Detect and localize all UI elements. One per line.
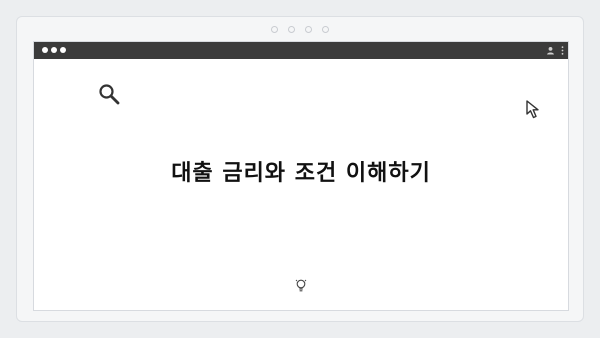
browser-window: 대출 금리와 조건 이해하기 <box>33 41 569 311</box>
browser-titlebar <box>34 42 568 59</box>
camera-dot <box>288 26 295 33</box>
lightbulb-icon <box>295 279 307 292</box>
page-viewport: 대출 금리와 조건 이해하기 <box>34 59 568 310</box>
page-heading: 대출 금리와 조건 이해하기 <box>171 161 431 186</box>
search-icon[interactable] <box>97 82 121 106</box>
user-icon[interactable] <box>546 46 555 55</box>
camera-dot <box>305 26 312 33</box>
minimize-window-dot[interactable] <box>51 47 57 53</box>
close-window-dot[interactable] <box>42 47 48 53</box>
kebab-menu-icon[interactable] <box>561 46 564 55</box>
cursor-arrow-icon <box>526 100 539 119</box>
window-controls <box>42 47 69 53</box>
monitor-frame: 대출 금리와 조건 이해하기 <box>16 16 584 322</box>
camera-dots <box>17 26 583 33</box>
maximize-window-dot[interactable] <box>60 47 66 53</box>
camera-dot <box>322 26 329 33</box>
camera-dot <box>271 26 278 33</box>
